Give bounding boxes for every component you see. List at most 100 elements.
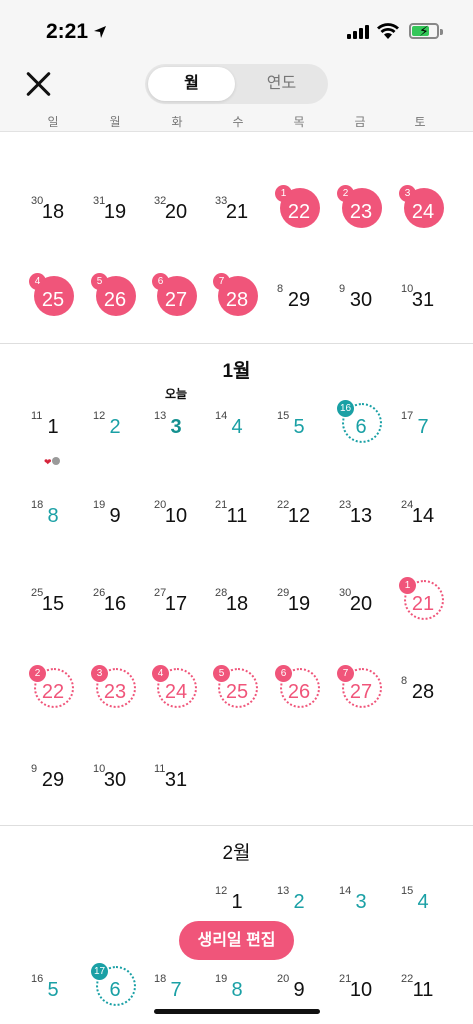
cycle-day: 22	[401, 973, 414, 985]
battery-icon: ⚡	[409, 23, 439, 39]
day-number: 28	[225, 289, 249, 311]
calendar-day[interactable]: 5 16	[22, 962, 84, 1022]
calendar-day[interactable]: 25 4	[22, 272, 84, 332]
calendar-day[interactable]: 21 33	[206, 184, 268, 244]
calendar-day[interactable]: 29 8	[268, 272, 330, 332]
calendar-day[interactable]: 9 19	[84, 488, 146, 548]
calendar-day[interactable]: 8 18	[22, 488, 84, 548]
calendar-day[interactable]: 23 3	[84, 664, 146, 724]
calendar-day[interactable]: 30 10	[84, 752, 146, 812]
wifi-icon	[377, 23, 399, 39]
status-time: 2:21	[46, 20, 89, 43]
tab-month[interactable]: 월	[148, 67, 235, 101]
tab-year[interactable]: 연도	[238, 67, 325, 101]
calendar-day[interactable]: 29 9	[22, 752, 84, 812]
calendar-day[interactable]: 28 8	[392, 664, 454, 724]
calendar-day[interactable]: 30 9	[330, 272, 392, 332]
home-indicator	[154, 1009, 320, 1014]
calendar-day[interactable]: 6 16	[330, 399, 392, 459]
cycle-day: 15	[277, 410, 290, 422]
calendar-day[interactable]: 26 5	[84, 272, 146, 332]
calendar-day[interactable]: 14 24	[392, 488, 454, 548]
today-label: 오늘	[165, 387, 188, 401]
cycle-badge: 2	[29, 665, 46, 682]
calendar-day[interactable]: 18 30	[22, 184, 84, 244]
cycle-day: 8	[401, 675, 408, 687]
cycle-day: 32	[154, 195, 167, 207]
calendar-day[interactable]: 7 17	[392, 399, 454, 459]
close-icon[interactable]	[24, 70, 52, 98]
calendar-day[interactable]: 24 3	[392, 184, 454, 244]
cycle-day: 20	[154, 499, 167, 511]
calendar-day[interactable]: 11 21	[206, 488, 268, 548]
cycle-day: 18	[154, 973, 167, 985]
cycle-day: 31	[93, 195, 106, 207]
calendar-day[interactable]: 16 26	[84, 576, 146, 636]
cycle-badge: 6	[152, 273, 169, 290]
calendar-day[interactable]: 31 10	[392, 272, 454, 332]
weekday-wed: 수	[232, 115, 244, 129]
calendar-day[interactable]: 22 2	[22, 664, 84, 724]
calendar-day[interactable]: 18 28	[206, 576, 268, 636]
calendar-day[interactable]: 22 1	[268, 184, 330, 244]
calendar-day[interactable]: 26 6	[268, 664, 330, 724]
calendar-day[interactable]: 20 30	[330, 576, 392, 636]
calendar-day[interactable]: 31 11	[145, 752, 207, 812]
weekday-sun: 일	[47, 115, 59, 129]
calendar-day[interactable]: 11 22	[392, 962, 454, 1022]
calendar-day[interactable]: 19 31	[84, 184, 146, 244]
cycle-day: 20	[277, 973, 290, 985]
cycle-badge: 7	[337, 665, 354, 682]
calendar-day[interactable]: 5 15	[268, 399, 330, 459]
calendar-day[interactable]: 17 27	[145, 576, 207, 636]
weekday-sat: 토	[414, 115, 426, 129]
cycle-day: 9	[31, 763, 38, 775]
day-number: 25	[225, 681, 249, 703]
calendar-day[interactable]: 4 15	[392, 874, 454, 934]
calendar-day[interactable]: 13 23	[330, 488, 392, 548]
calendar-day[interactable]: 21 1	[392, 576, 454, 636]
cycle-day: 28	[215, 587, 228, 599]
cycle-day: 15	[401, 885, 414, 897]
cycle-day: 22	[277, 499, 290, 511]
calendar-day[interactable]: 15 25	[22, 576, 84, 636]
day-number: 24	[411, 201, 435, 223]
marker-dot	[51, 456, 60, 465]
view-toggle: 월 연도	[145, 64, 328, 104]
cycle-badge: 4	[152, 665, 169, 682]
calendar-day[interactable]: 23 2	[330, 184, 392, 244]
day-number: 23	[349, 201, 373, 223]
day-markers: ❤	[44, 452, 60, 470]
calendar-day[interactable]: 27 6	[145, 272, 207, 332]
calendar-day[interactable]: 10 21	[330, 962, 392, 1022]
month-title-jan: 1월	[222, 361, 251, 382]
calendar-day[interactable]: 25 5	[206, 664, 268, 724]
day-number: 6	[109, 979, 121, 1001]
cycle-day: 21	[339, 973, 352, 985]
cycle-day: 25	[31, 587, 44, 599]
calendar-day[interactable]: 12 22	[268, 488, 330, 548]
month-title-feb: 2월	[222, 843, 251, 864]
calendar-day[interactable]: 1 11	[22, 399, 84, 459]
calendar-day[interactable]: 19 29	[268, 576, 330, 636]
calendar-day[interactable]: 27 7	[330, 664, 392, 724]
cycle-day: 14	[215, 410, 228, 422]
cycle-day: 21	[215, 499, 228, 511]
day-number: 22	[287, 201, 311, 223]
calendar-day[interactable]: 10 20	[145, 488, 207, 548]
calendar-day[interactable]: 3 13	[145, 399, 207, 459]
calendar-day[interactable]: 4 14	[206, 399, 268, 459]
edit-period-button[interactable]: 생리일 편집	[179, 921, 294, 960]
calendar-day[interactable]: 24 4	[145, 664, 207, 724]
cycle-day: 11	[154, 763, 166, 775]
weekday-fri: 금	[354, 115, 366, 129]
day-number: 21	[411, 593, 435, 615]
calendar-day[interactable]: 20 32	[145, 184, 207, 244]
cycle-day: 24	[401, 499, 414, 511]
calendar-day[interactable]: 2 12	[84, 399, 146, 459]
cycle-badge: 17	[91, 963, 109, 980]
calendar-day[interactable]: 28 7	[206, 272, 268, 332]
calendar-day[interactable]: 6 17	[84, 962, 146, 1022]
calendar-day[interactable]: 3 14	[330, 874, 392, 934]
day-number: 26	[103, 289, 127, 311]
